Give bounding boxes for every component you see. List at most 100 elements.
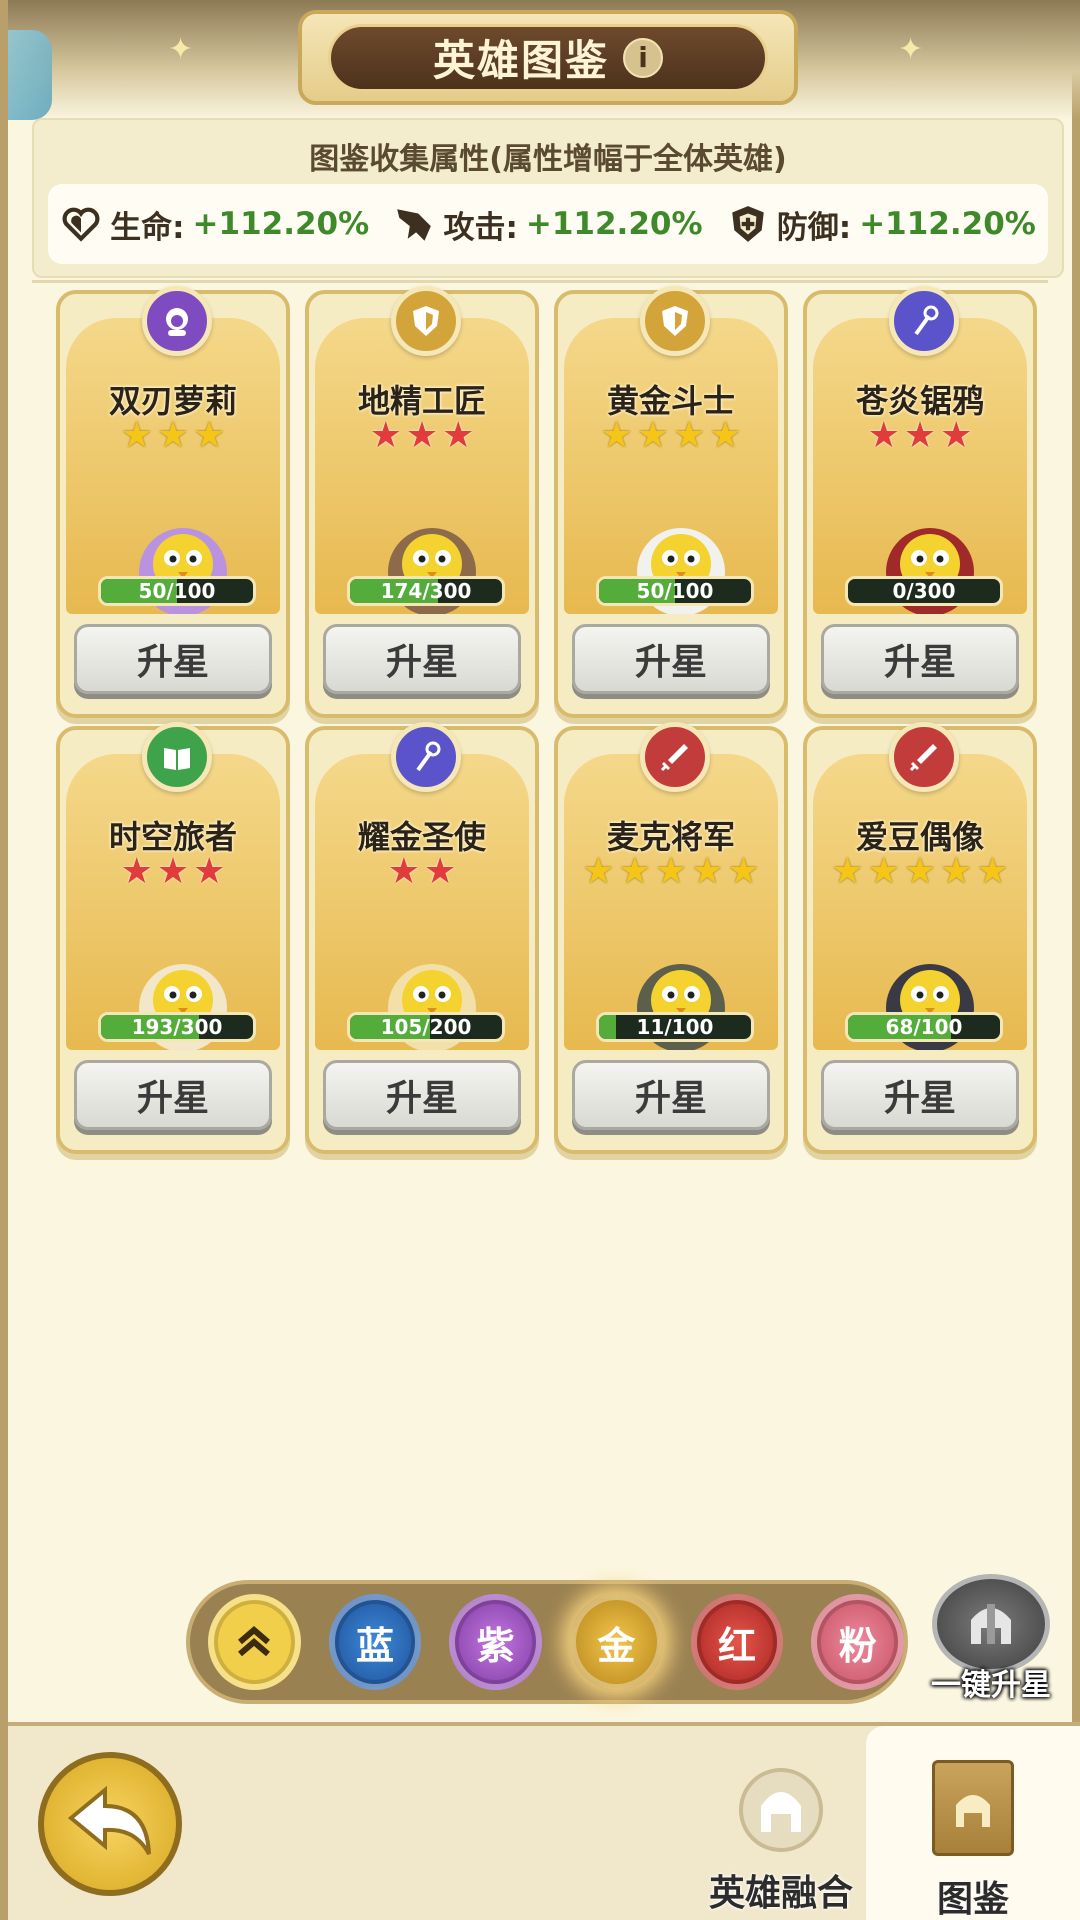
upgrade-star-button[interactable]: 升星	[74, 624, 272, 694]
stat-defense-value: +112.20%	[859, 206, 1036, 242]
collapse-button[interactable]	[208, 1594, 301, 1690]
star-icon: ★	[903, 415, 937, 456]
badge-glyph	[914, 305, 939, 336]
progress-text: 50/100	[138, 579, 216, 603]
fusion-icon	[739, 1768, 823, 1852]
hero-portrait-area	[315, 318, 529, 614]
progress-text: 11/100	[636, 1015, 714, 1039]
progress-text: 193/300	[131, 1015, 223, 1039]
one-key-upgrade-button[interactable]: 一键升星	[926, 1574, 1056, 1704]
star-icon: ★	[424, 851, 457, 892]
sword-icon	[397, 209, 432, 241]
hero-portrait-area	[66, 318, 280, 614]
stats-row: 生命: +112.20% 攻击: +112.20% 防御: +112.20%	[48, 184, 1048, 264]
star-icon: ★	[582, 851, 615, 892]
filter-purple-button[interactable]: 紫	[449, 1594, 543, 1690]
hero-card[interactable]: 时空旅者 ★ ★ ★ 193/300 升星	[56, 722, 290, 1154]
progress-text: 174/300	[380, 579, 472, 603]
stat-attack: 攻击: +112.20%	[393, 202, 703, 247]
upgrade-star-button[interactable]: 升星	[821, 624, 1019, 694]
shard-progress-bar: 50/100	[98, 576, 256, 606]
sparkle-icon: ✦	[898, 32, 924, 67]
star-icon: ★	[867, 415, 900, 456]
shield-icon	[640, 286, 710, 356]
page-title: 英雄图鉴	[432, 36, 609, 85]
star-icon: ★	[120, 415, 153, 456]
hero-card[interactable]: 地精工匠 ★ ★ ★ 174/300 升星	[305, 286, 539, 718]
book-icon	[142, 722, 212, 792]
hero-portrait-area	[813, 754, 1027, 1050]
star-rating: ★ ★ ★	[807, 418, 1033, 454]
staff-icon	[391, 722, 461, 792]
hero-portrait-area	[813, 318, 1027, 614]
hero-card[interactable]: 耀金圣使 ★ ★ 105/200 升星	[305, 722, 539, 1154]
star-icon: ★	[120, 851, 153, 892]
stat-defense: 防御: +112.20%	[727, 202, 1036, 247]
upgrade-star-button[interactable]: 升星	[821, 1060, 1019, 1130]
star-icon: ★	[940, 851, 973, 892]
shard-progress-bar: 174/300	[347, 576, 505, 606]
star-icon: ★	[618, 851, 651, 892]
back-arrow-icon	[67, 1785, 151, 1856]
hero-card[interactable]: 苍炎锯鸦 ★ ★ ★ 0/300 升星	[803, 286, 1037, 718]
star-rating: ★ ★ ★	[60, 854, 286, 890]
info-icon[interactable]: i	[623, 37, 663, 78]
star-icon: ★	[193, 851, 226, 892]
shard-progress-bar: 11/100	[596, 1012, 754, 1042]
progress-text: 105/200	[380, 1015, 472, 1039]
hero-card[interactable]: 麦克将军 ★ ★ ★ ★ ★ 11/100 升星	[554, 722, 788, 1154]
star-icon: ★	[867, 851, 900, 892]
badge-glyph	[660, 744, 688, 772]
sword-icon	[889, 722, 959, 792]
stat-attack-label: 攻击:	[443, 209, 518, 246]
sword-icon	[640, 722, 710, 792]
hero-card[interactable]: 爱豆偶像 ★ ★ ★ ★ ★ 68/100 升星	[803, 722, 1037, 1154]
stats-title: 图鉴收集属性(属性增幅于全体英雄)	[309, 142, 787, 177]
star-rating: ★ ★ ★ ★ ★	[807, 854, 1033, 890]
shard-progress-bar: 50/100	[596, 576, 754, 606]
star-icon: ★	[387, 851, 420, 892]
upgrade-star-button[interactable]: 升星	[74, 1060, 272, 1130]
star-icon: ★	[405, 415, 439, 456]
back-button[interactable]	[38, 1752, 182, 1896]
filter-gold-button[interactable]: 金	[570, 1594, 663, 1690]
rarity-filter-bar: 蓝紫金红粉	[186, 1580, 908, 1704]
title-plate: 英雄图鉴 i	[328, 23, 768, 92]
divider	[32, 280, 1048, 283]
upgrade-star-button[interactable]: 升星	[572, 624, 770, 694]
upgrade-star-button[interactable]: 升星	[323, 624, 521, 694]
upgrade-star-button[interactable]: 升星	[572, 1060, 770, 1130]
tab-hero-fusion[interactable]: 英雄融合	[696, 1746, 866, 1916]
filter-blue-button[interactable]: 蓝	[328, 1594, 422, 1690]
shard-progress-bar: 0/300	[845, 576, 1003, 606]
tab-hero-fusion-label: 英雄融合	[708, 1873, 853, 1914]
collection-stats-panel: 图鉴收集属性(属性增幅于全体英雄) 生命: +112.20% 攻击: +112.…	[32, 118, 1064, 278]
star-icon: ★	[903, 851, 937, 892]
star-icon: ★	[709, 415, 742, 456]
game-screen: 英雄图鉴 i ✦ ✦ 图鉴收集属性(属性增幅于全体英雄) 生命: +112.20…	[0, 0, 1080, 1920]
helmet-icon	[932, 1574, 1050, 1674]
tab-codex-label: 图鉴	[936, 1879, 1009, 1920]
tab-codex[interactable]: 图鉴	[866, 1726, 1080, 1920]
staff-icon	[889, 286, 959, 356]
star-icon: ★	[976, 851, 1009, 892]
one-key-upgrade-label: 一键升星	[931, 1668, 1051, 1703]
hero-portrait-area	[315, 754, 529, 1050]
helmet-glyph	[956, 1795, 990, 1827]
upgrade-star-button[interactable]: 升星	[323, 1060, 521, 1130]
star-icon: ★	[654, 851, 688, 892]
filter-pink-button[interactable]: 粉	[811, 1594, 905, 1690]
shard-progress-bar: 68/100	[845, 1012, 1003, 1042]
star-rating: ★ ★ ★ ★	[558, 418, 784, 454]
star-rating: ★ ★	[309, 854, 535, 890]
star-icon: ★	[600, 415, 633, 456]
header-banner: 英雄图鉴 i	[298, 10, 798, 105]
hero-card[interactable]: 双刃萝莉 ★ ★ ★ 50/100 升星	[56, 286, 290, 718]
hero-name: 耀金圣使	[357, 818, 486, 856]
hero-card[interactable]: 黄金斗士 ★ ★ ★ ★ 50/100 升星	[554, 286, 788, 718]
filter-red-button[interactable]: 红	[690, 1594, 784, 1690]
star-icon: ★	[156, 851, 190, 892]
hero-portrait-area	[564, 754, 778, 1050]
hood-icon	[142, 286, 212, 356]
star-icon: ★	[691, 851, 724, 892]
